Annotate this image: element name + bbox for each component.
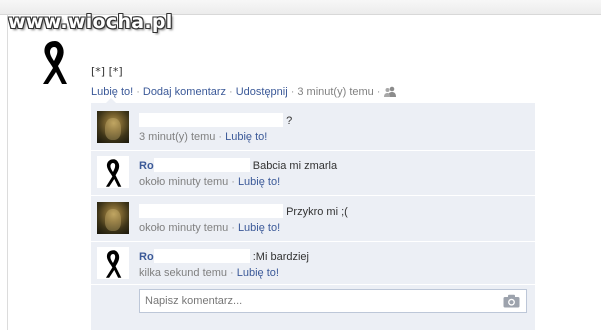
comment-timestamp[interactable]: 3 minut(y) temu xyxy=(139,131,215,143)
add-comment-link[interactable]: Dodaj komentarz xyxy=(143,86,226,98)
comment-text: Przykro mi ;( xyxy=(286,206,348,218)
separator-dot: · xyxy=(230,267,234,279)
redacted-name xyxy=(139,113,283,127)
comment-meta: około minuty temu · Lubię to! xyxy=(139,222,280,234)
comment-input[interactable] xyxy=(140,290,510,312)
comment-author[interactable]: Ro xyxy=(139,251,154,263)
separator-dot: · xyxy=(229,86,233,98)
left-border-line xyxy=(7,14,8,330)
redacted-name xyxy=(153,249,250,263)
comment-text: ? xyxy=(286,115,293,127)
comment-text: :Mi bardziej xyxy=(252,251,309,263)
share-link[interactable]: Udostępnij xyxy=(236,86,288,98)
commenter-avatar[interactable] xyxy=(97,247,129,279)
comment-composer[interactable] xyxy=(139,289,527,313)
comment-author[interactable]: Ro xyxy=(139,160,154,172)
facebook-post-screenshot: www.wiocha.pl [*] [*] Lubię to! · Dodaj ko… xyxy=(0,0,601,330)
redacted-name xyxy=(139,204,283,218)
comment-body: Przykro mi ;( xyxy=(139,204,348,218)
friends-icon[interactable] xyxy=(383,86,397,97)
post-author-avatar[interactable] xyxy=(29,36,79,86)
comment-like-link[interactable]: Lubię to! xyxy=(238,222,280,234)
post-like-link[interactable]: Lubię to! xyxy=(91,86,133,98)
commenter-avatar[interactable] xyxy=(97,202,129,234)
separator-dot: · xyxy=(218,131,223,143)
camera-icon[interactable] xyxy=(503,294,520,308)
black-ribbon-icon xyxy=(105,250,122,278)
separator-dot: · xyxy=(231,176,235,188)
post-text: [*] [*] xyxy=(91,65,123,78)
commenter-avatar[interactable] xyxy=(97,156,129,188)
comments-section: ? 3 minut(y) temu · Lubię to! Ro Babcia mi… xyxy=(91,103,535,330)
commenter-avatar[interactable] xyxy=(97,111,129,143)
post-timestamp[interactable]: 3 minut(y) temu xyxy=(297,86,373,98)
separator-dot: · xyxy=(231,222,235,234)
comment-meta: około minuty temu · Lubię to! xyxy=(139,176,280,188)
comment-like-link[interactable]: Lubię to! xyxy=(225,131,267,143)
separator-dot: · xyxy=(290,86,295,98)
comment-item: ? 3 minut(y) temu · Lubię to! xyxy=(91,103,535,150)
comment-like-link[interactable]: Lubię to! xyxy=(238,176,280,188)
comment-text: Babcia mi zmarla xyxy=(252,160,338,172)
black-ribbon-icon xyxy=(43,41,67,84)
comment-timestamp[interactable]: około minuty temu xyxy=(139,176,228,188)
black-ribbon-icon xyxy=(105,159,122,187)
separator-dot: · xyxy=(136,86,140,98)
comment-like-link[interactable]: Lubię to! xyxy=(237,267,279,279)
post-actions-bar: Lubię to! · Dodaj komentarz · Udostępnij · 3 m… xyxy=(91,86,397,98)
comment-item: Ro Babcia mi zmarla około minuty temu · Lu… xyxy=(91,151,535,195)
comment-body: Ro :Mi bardziej xyxy=(139,249,309,263)
comment-timestamp[interactable]: około minuty temu xyxy=(139,222,228,234)
comment-meta: kilka sekund temu · Lubię to! xyxy=(139,267,279,279)
separator-dot: · xyxy=(376,86,381,98)
comment-body: Ro Babcia mi zmarla xyxy=(139,158,337,172)
comment-item: Ro :Mi bardziej kilka sekund temu · Lubię … xyxy=(91,242,535,284)
comment-divider xyxy=(91,284,535,285)
comment-timestamp[interactable]: kilka sekund temu xyxy=(139,267,227,279)
comment-meta: 3 minut(y) temu · Lubię to! xyxy=(139,131,267,143)
comment-body: ? xyxy=(139,113,292,127)
site-watermark: www.wiocha.pl xyxy=(8,11,173,33)
redacted-name xyxy=(153,158,250,172)
comment-item: Przykro mi ;( około minuty temu · Lubię to… xyxy=(91,196,535,241)
